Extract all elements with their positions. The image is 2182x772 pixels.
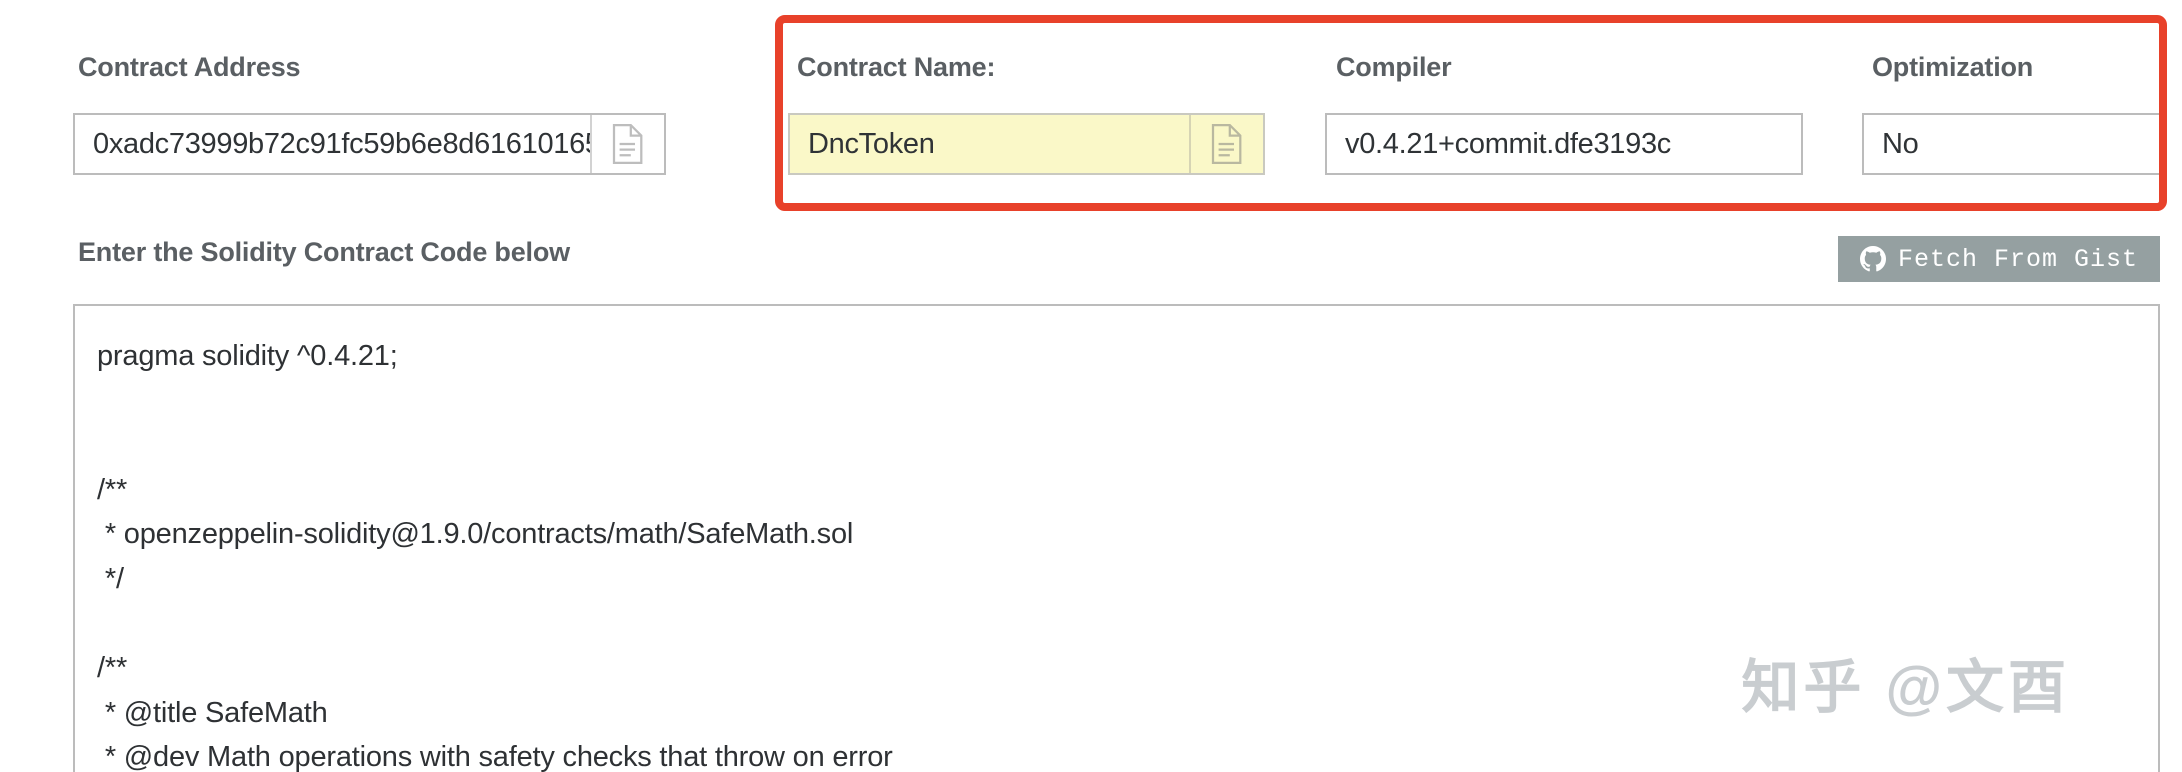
fetch-from-gist-label: Fetch From Gist — [1897, 244, 2138, 274]
document-copy-icon — [1211, 123, 1242, 165]
contract-verification-page: Contract Address 0xadc73999b72c91fc59b6e… — [0, 0, 2182, 772]
fetch-from-gist-button[interactable]: Fetch From Gist — [1837, 236, 2160, 282]
optimization-input[interactable]: No — [1862, 113, 2162, 175]
document-copy-icon — [612, 123, 643, 165]
compiler-label: Compiler — [1336, 52, 1452, 82]
compiler-input[interactable]: v0.4.21+commit.dfe3193c — [1325, 113, 1803, 175]
optimization-label: Optimization — [1872, 52, 2034, 82]
watermark: 知乎 @文酉 — [1741, 655, 2070, 720]
contract-address-input[interactable]: 0xadc73999b72c91fc59b6e8d616101659f — [73, 113, 666, 175]
copy-contract-name-button[interactable] — [1189, 115, 1263, 173]
contract-address-label: Contract Address — [78, 52, 301, 82]
compiler-value[interactable]: v0.4.21+commit.dfe3193c — [1327, 115, 1801, 173]
contract-name-value[interactable]: DncToken — [790, 115, 1189, 173]
solidity-code-label: Enter the Solidity Contract Code below — [78, 237, 570, 267]
github-icon — [1859, 246, 1886, 272]
contract-name-input[interactable]: DncToken — [788, 113, 1265, 175]
copy-address-button[interactable] — [590, 115, 664, 173]
optimization-value[interactable]: No — [1864, 115, 2160, 173]
contract-address-value[interactable]: 0xadc73999b72c91fc59b6e8d616101659f — [75, 115, 590, 173]
contract-name-label: Contract Name: — [797, 52, 996, 82]
